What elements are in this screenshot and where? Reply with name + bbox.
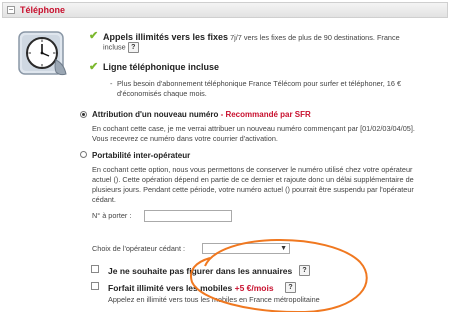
annotation-circle (190, 239, 368, 312)
